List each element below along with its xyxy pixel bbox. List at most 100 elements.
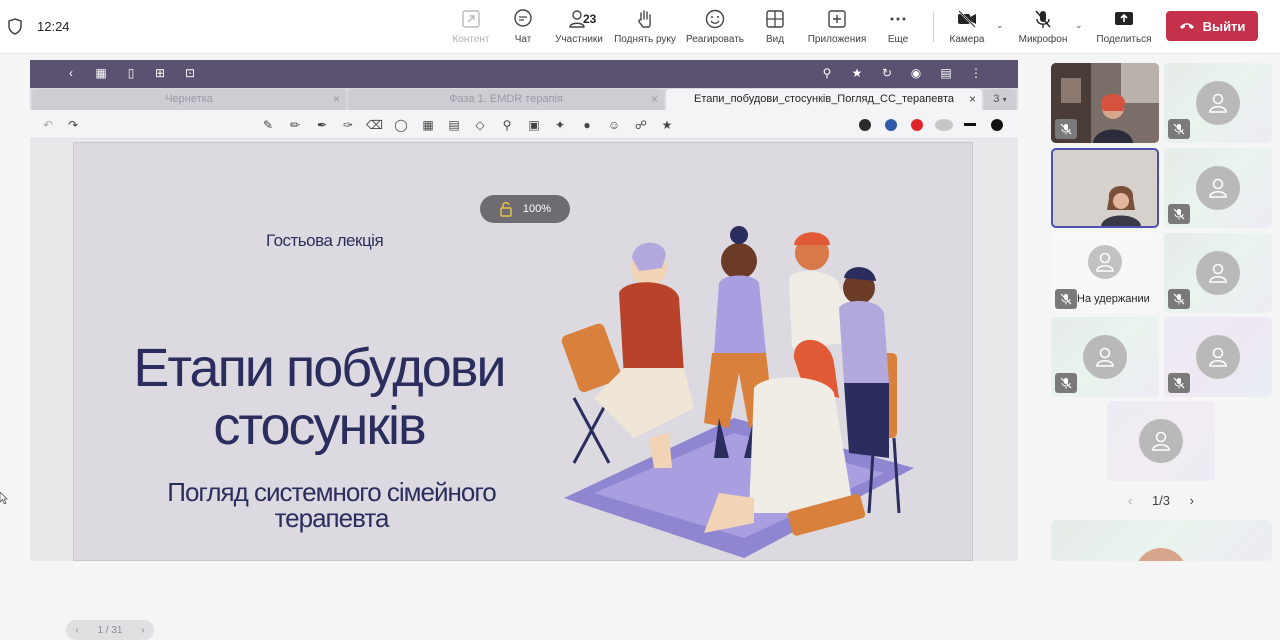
participants-label: Участники [555,34,603,45]
self-view-tile[interactable] [1051,520,1272,561]
active-speaker-video-tile[interactable] [1051,148,1159,228]
muted-mic-badge [1055,119,1077,139]
avatar [1196,166,1240,210]
react-button[interactable]: Реагировать [684,8,746,48]
highlighter-icon[interactable]: ✑ [340,117,356,133]
link-icon[interactable]: ☍ [633,117,649,133]
chevron-down-icon: ▾ [1002,95,1007,104]
muted-mic-badge [1168,373,1190,393]
translate-icon[interactable]: ★ [659,117,675,133]
participant-tile[interactable] [1164,148,1272,228]
mouse-cursor-icon [0,492,8,504]
participants-button[interactable]: Участники [553,8,605,48]
marker-icon[interactable]: ✒ [314,117,330,133]
share-button[interactable]: Поделиться [1096,8,1152,48]
participant-video-tile[interactable] [1051,63,1159,143]
next-gallery-page-chevron-icon[interactable]: › [1190,493,1194,508]
undo-icon[interactable]: ↶ [40,117,56,133]
muted-mic-badge [1168,119,1190,139]
more-label: Еще [887,34,909,45]
shapes-icon[interactable]: ◇ [472,117,488,133]
text-frame-icon[interactable]: ▣ [526,117,542,133]
eraser-icon[interactable]: ⌫ [366,117,383,133]
participant-tile[interactable] [1107,401,1215,481]
hang-up-icon [1179,23,1194,29]
pen-color-blue[interactable] [885,119,897,131]
view-button[interactable]: Вид [763,8,787,48]
document-tabs: Чернетка × Фаза 1. EMDR терапія × Етапи_… [30,88,1018,110]
chat-button[interactable]: Чат [510,8,536,48]
rotate-icon[interactable]: ↻ [880,66,894,80]
participants-count: 23 [583,12,597,26]
person-icon [1209,263,1227,283]
crop-icon[interactable]: ⊡ [183,66,197,80]
tab-draft[interactable]: Чернетка × [32,89,346,110]
shirt-icon[interactable]: ★ [850,66,864,80]
image-icon[interactable]: ▦ [420,117,436,133]
group-therapy-illustration [561,226,914,558]
redo-icon[interactable]: ↷ [65,117,81,133]
more-button[interactable]: Еще [886,8,910,48]
pen-color-black[interactable] [859,119,871,131]
add-page-icon[interactable]: ⊞ [153,66,167,80]
next-page-chevron-icon[interactable]: › [141,625,144,636]
zoom-text-icon[interactable]: ⚲ [499,117,515,133]
apps-button[interactable]: Приложения [805,8,869,48]
search-icon[interactable]: ⚲ [820,66,834,80]
page-indicator: 1 / 31 [97,624,123,636]
prev-gallery-page-chevron-icon[interactable]: ‹ [1128,493,1132,508]
sticker-icon[interactable]: ☺ [606,117,622,133]
content-button[interactable]: Контент [452,8,490,48]
mic-label: Микрофон [1018,34,1068,45]
pen-width-medium[interactable] [964,123,976,126]
leave-button[interactable]: Выйти [1166,11,1258,41]
participant-tile[interactable] [1051,317,1159,397]
note-icon[interactable]: ▤ [939,66,953,80]
share-content-icon [462,10,480,28]
mic-options-chevron-icon[interactable]: ⌄ [1075,20,1083,31]
person-icon [1209,178,1227,198]
tab-label: Чернетка [165,93,213,105]
participant-video-image [1053,150,1157,226]
bookmark-icon[interactable]: ▯ [124,66,138,80]
camera-button[interactable]: Камера [948,8,986,48]
prev-page-chevron-icon[interactable]: ‹ [75,625,78,636]
meeting-toolbar: 12:24 Контент Чат Участники 23 Поднять р… [0,0,1280,54]
tab-current-document[interactable]: Етапи_побудови_стосунків_Погляд_СС_терап… [666,89,982,110]
tab-overflow[interactable]: 3 ▾ [984,89,1016,110]
eye-icon[interactable]: ◉ [909,66,923,80]
slide-subtitle-line: терапевта [274,503,390,533]
participant-tile[interactable] [1164,317,1272,397]
raise-hand-button[interactable]: Поднять руку [612,8,678,48]
apps-grid-icon[interactable]: ▦ [94,66,108,80]
tab-label: Фаза 1. EMDR терапія [449,93,563,105]
close-icon[interactable]: × [333,89,340,110]
tab-emdr[interactable]: Фаза 1. EMDR терапія × [348,89,664,110]
microphone-button[interactable]: Микрофон [1016,8,1070,48]
more-vertical-icon[interactable]: ⋮ [969,66,983,80]
on-hold-participant-tile[interactable]: На удержании [1051,233,1159,313]
slide-subtitle-line: Погляд системного сімейного [167,477,496,507]
microphone-icon[interactable]: ● [579,117,595,133]
pencil-icon[interactable]: ✏ [287,117,303,133]
pen-width-thick[interactable] [991,119,1003,131]
close-icon[interactable]: × [651,89,658,110]
back-chevron-icon[interactable]: ‹ [64,66,78,80]
participant-tile[interactable] [1164,63,1272,143]
avatar [1083,335,1127,379]
camera-options-chevron-icon[interactable]: ⌄ [996,20,1004,31]
smile-icon [705,9,725,29]
pen-color-red[interactable] [911,119,923,131]
close-icon[interactable]: × [969,89,976,110]
text-box-icon[interactable]: ▤ [446,117,462,133]
pen-icon[interactable]: ✎ [260,117,276,133]
slide-pager: ‹ 1 / 31 › [66,620,154,640]
pen-width-thin[interactable] [935,119,953,131]
participant-tile[interactable] [1164,233,1272,313]
lasso-icon[interactable]: ◯ [393,117,409,133]
gallery-page-indicator: 1/3 [1151,492,1171,508]
zoom-indicator[interactable]: 100% [480,195,570,223]
person-icon [1096,347,1114,367]
mic-off-icon [1173,377,1185,389]
ai-icon[interactable]: ✦ [552,117,568,133]
